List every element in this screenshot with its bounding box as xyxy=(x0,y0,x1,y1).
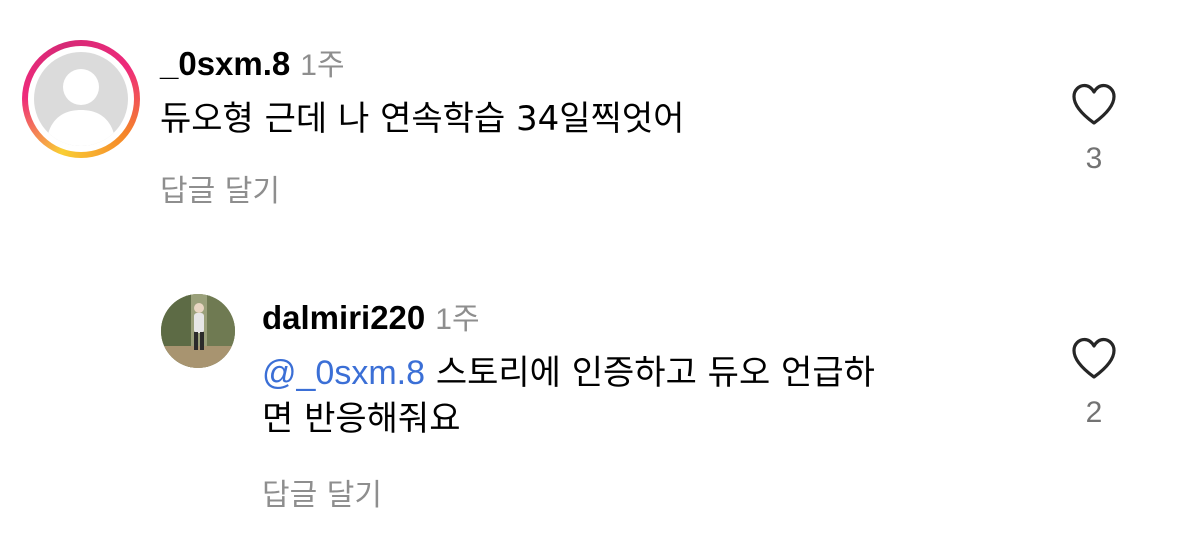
reply-header: dalmiri220 1주 xyxy=(262,294,480,338)
reply-item: dalmiri220 1주 @_0sxm.8 스토리에 인증하고 듀오 언급하 면… xyxy=(0,0,1179,543)
reply-text: @_0sxm.8 스토리에 인증하고 듀오 언급하 면 반응해줘요 xyxy=(262,350,1022,442)
reply-text-line-1: @_0sxm.8 스토리에 인증하고 듀오 언급하 xyxy=(262,350,1022,396)
reply-text-part: 스토리에 인증하고 듀오 언급하 xyxy=(425,353,875,393)
reply-button[interactable]: 답글 달기 xyxy=(262,470,382,514)
like-count: 2 xyxy=(1085,396,1103,429)
like-group: 2 xyxy=(1064,336,1124,430)
user-avatar[interactable] xyxy=(161,294,235,368)
reply-timestamp: 1주 xyxy=(435,303,480,336)
reply-text-line-2: 면 반응해줘요 xyxy=(262,399,461,439)
heart-icon[interactable] xyxy=(1070,336,1118,380)
reply-username[interactable]: dalmiri220 xyxy=(262,299,425,336)
avatar-photo-image xyxy=(161,294,235,368)
mention-link[interactable]: @_0sxm.8 xyxy=(262,354,425,392)
